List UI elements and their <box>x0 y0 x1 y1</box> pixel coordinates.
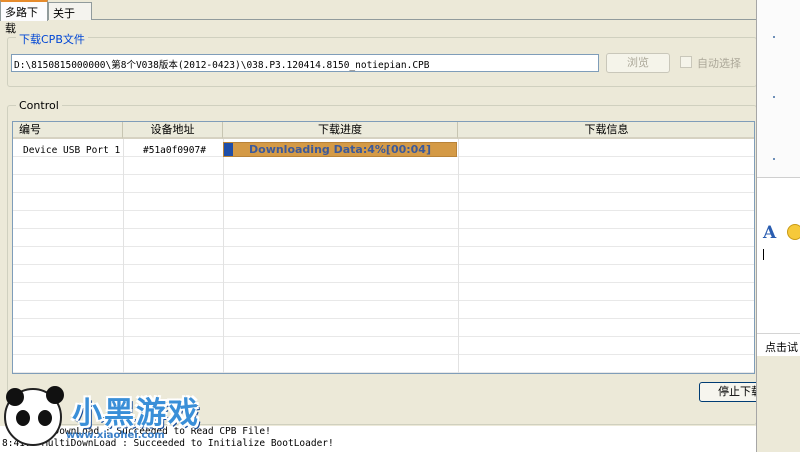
table-row-empty <box>13 211 754 229</box>
bullet-icon <box>773 36 775 38</box>
table-row-empty <box>13 301 754 319</box>
auto-select-label: 自动选择 <box>697 57 741 70</box>
table-row-empty <box>13 247 754 265</box>
tab-bar: 多路下载 关于 <box>0 0 756 35</box>
table-row-empty <box>13 355 754 373</box>
column-header-progress[interactable]: 下载进度 <box>223 122 458 139</box>
watermark-url: www.xiaohei.com <box>66 430 165 441</box>
control-group-title: Control <box>16 99 62 112</box>
divider <box>757 333 800 334</box>
watermark-logo: 小黑游戏 www.xiaohei.com <box>0 386 250 452</box>
text-cursor <box>763 249 764 260</box>
cpb-file-group-title: 下载CPB文件 <box>16 31 88 47</box>
table-row-empty <box>13 265 754 283</box>
bullet-icon <box>773 96 775 98</box>
table-row-empty <box>13 193 754 211</box>
column-header-info[interactable]: 下载信息 <box>458 122 754 139</box>
download-progress-bar: Downloading Data:4%[00:04] <box>223 142 457 157</box>
font-style-icon[interactable]: A <box>763 223 776 243</box>
side-panel-bottom <box>757 356 800 452</box>
table-row-empty <box>13 157 754 175</box>
side-chat-panel: A 点击试 <box>756 0 800 452</box>
table-row-empty <box>13 283 754 301</box>
column-header-address[interactable]: 设备地址 <box>123 122 223 139</box>
cpb-path-field[interactable]: D:\8150815000000\第8个V038版本(2012-0423)\03… <box>11 54 599 72</box>
emoji-icon[interactable] <box>787 224 800 240</box>
browse-button[interactable]: 浏览 <box>606 53 670 73</box>
table-row-empty <box>13 229 754 247</box>
side-link[interactable]: 点击试 <box>765 339 798 355</box>
column-divider <box>223 139 224 373</box>
device-id-cell: Device USB Port 1 <box>23 145 121 156</box>
column-header-id[interactable]: 编号 <box>13 122 123 139</box>
column-divider <box>458 139 459 373</box>
watermark-brand: 小黑游戏 <box>72 396 200 431</box>
device-table: 编号 设备地址 下载进度 下载信息 Device USB Port 1 #51a… <box>12 121 755 374</box>
table-body <box>13 139 754 373</box>
side-panel-top <box>757 0 800 178</box>
auto-select-checkbox[interactable] <box>680 56 692 68</box>
table-row-empty <box>13 337 754 355</box>
panda-mascot-icon <box>4 386 64 446</box>
tab-multi-download[interactable]: 多路下载 <box>0 0 48 35</box>
device-address-cell: #51a0f0907# <box>143 145 206 156</box>
tab-about[interactable]: 关于 <box>48 2 92 20</box>
column-divider <box>123 139 124 373</box>
bullet-icon <box>773 158 775 160</box>
progress-text: Downloading Data:4%[00:04] <box>249 143 431 156</box>
table-row-empty <box>13 319 754 337</box>
table-row-empty <box>13 175 754 193</box>
